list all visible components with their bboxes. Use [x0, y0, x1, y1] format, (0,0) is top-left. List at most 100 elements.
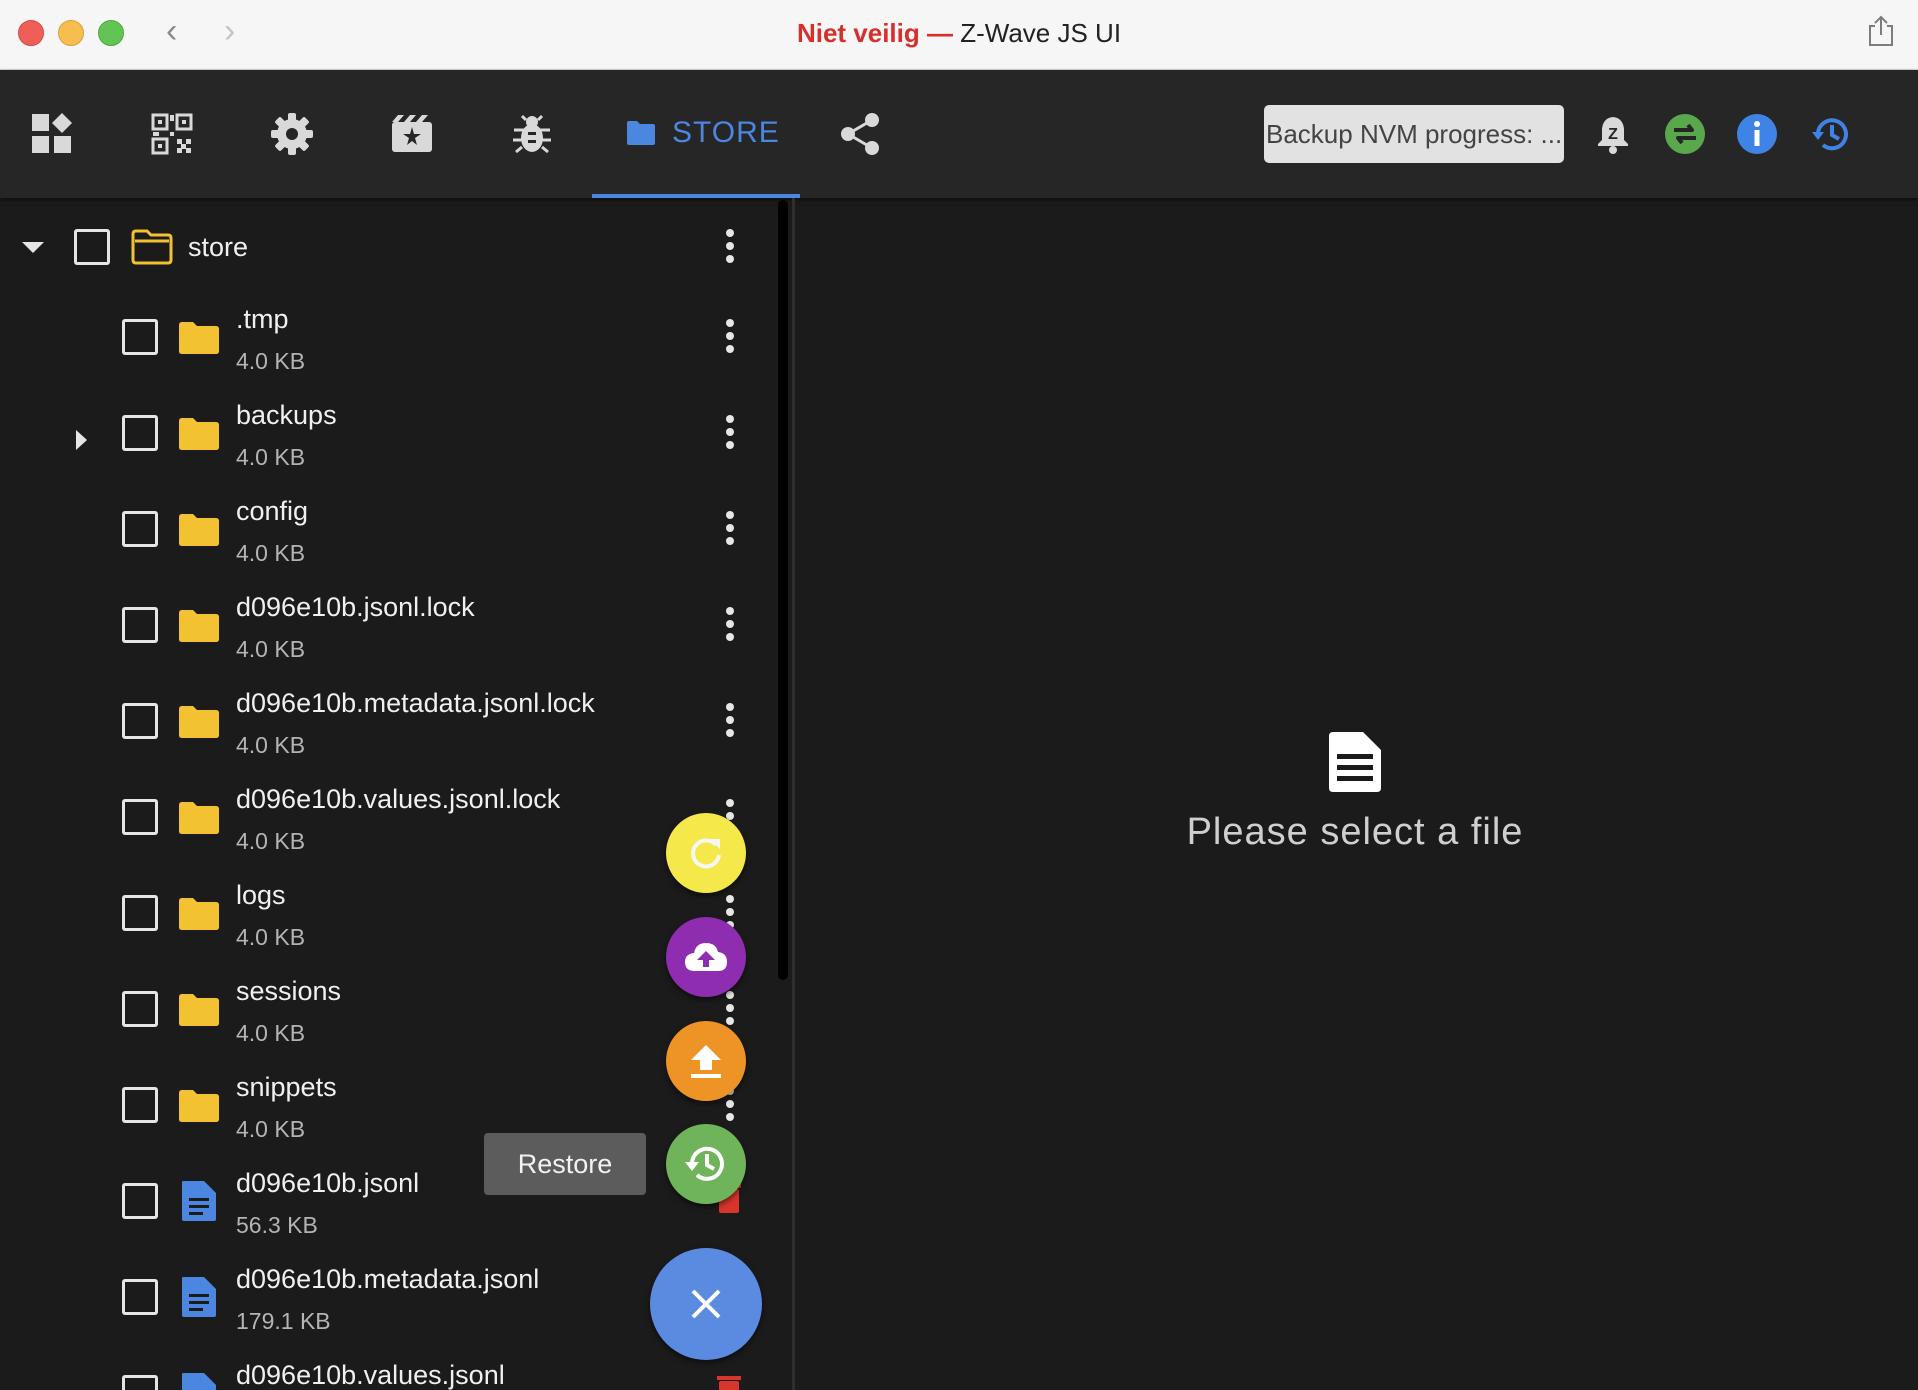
item-checkbox[interactable]	[122, 1279, 158, 1315]
empty-message: Please select a file	[1186, 811, 1524, 853]
app-toolbar: STORE Backup NVM progress: ... Z	[0, 70, 1918, 198]
item-name: logs	[236, 880, 286, 910]
item-name: backups	[236, 400, 337, 430]
app-title: Z-Wave JS UI	[960, 18, 1122, 48]
share-nodes-icon[interactable]	[838, 112, 882, 156]
upload-cloud-fab[interactable]	[666, 917, 746, 997]
title-separator: —	[919, 18, 961, 48]
item-name: snippets	[236, 1072, 337, 1102]
pane-divider[interactable]	[792, 198, 795, 1390]
tree-item-row[interactable]: config 4.0 KB	[0, 488, 778, 584]
window-titlebar: ‹ › Niet veilig — Z-Wave JS UI	[0, 0, 1918, 70]
folder-icon	[179, 1090, 219, 1122]
item-checkbox[interactable]	[122, 1375, 158, 1390]
refresh-fab[interactable]	[666, 813, 746, 893]
restore-fab[interactable]	[666, 1124, 746, 1204]
notification-bell-icon[interactable]: Z	[1592, 113, 1634, 155]
close-icon	[691, 1289, 721, 1319]
tree-item-row[interactable]: .tmp 4.0 KB	[0, 296, 778, 392]
history-icon[interactable]	[1810, 113, 1852, 155]
tree-item-row[interactable]: sessions 4.0 KB	[0, 968, 778, 1064]
item-name: d096e10b.values.jsonl	[236, 1360, 505, 1390]
tree-item-row[interactable]: d096e10b.jsonl.lock 4.0 KB	[0, 584, 778, 680]
item-checkbox[interactable]	[122, 1183, 158, 1219]
item-name: d096e10b.metadata.jsonl.lock	[236, 688, 595, 718]
item-size: 4.0 KB	[236, 444, 306, 470]
more-vert-icon[interactable]	[724, 990, 736, 1026]
upload-fab[interactable]	[666, 1021, 746, 1101]
folder-outline-icon	[131, 229, 173, 265]
document-icon	[1329, 732, 1381, 792]
item-name: d096e10b.metadata.jsonl	[236, 1264, 540, 1294]
window-title: Niet veilig — Z-Wave JS UI	[0, 18, 1918, 49]
restore-tooltip: Restore	[484, 1133, 646, 1195]
info-icon[interactable]	[1736, 113, 1778, 155]
upload-icon	[691, 1045, 721, 1078]
item-size: 4.0 KB	[236, 1020, 306, 1046]
file-document-icon	[182, 1277, 216, 1317]
more-vert-icon[interactable]	[724, 318, 736, 354]
tree-root-row[interactable]: store	[0, 200, 778, 296]
settings-icon[interactable]	[270, 112, 314, 156]
tree-scrollbar[interactable]	[778, 200, 788, 980]
folder-icon	[179, 418, 219, 450]
refresh-icon	[691, 838, 721, 869]
folder-icon	[179, 898, 219, 930]
item-size: 56.3 KB	[236, 1212, 318, 1238]
item-size: 4.0 KB	[236, 1116, 306, 1142]
item-size: 4.0 KB	[236, 636, 306, 662]
dashboard-icon[interactable]	[30, 112, 74, 156]
delete-icon[interactable]	[716, 1374, 742, 1390]
item-checkbox[interactable]	[122, 415, 158, 451]
item-checkbox[interactable]	[122, 991, 158, 1027]
tab-store-label: STORE	[672, 116, 780, 149]
backup-nvm-progress-button[interactable]: Backup NVM progress: ...	[1264, 105, 1564, 163]
folder-icon	[179, 322, 219, 354]
more-vert-icon[interactable]	[724, 414, 736, 450]
tree-item-row[interactable]: backups 4.0 KB	[0, 392, 778, 488]
debug-icon[interactable]	[510, 112, 554, 156]
tree-item-row[interactable]: logs 4.0 KB	[0, 872, 778, 968]
close-speed-dial-fab[interactable]	[650, 1248, 762, 1360]
folder-icon	[179, 802, 219, 834]
item-name: sessions	[236, 976, 342, 1006]
item-checkbox[interactable]	[122, 799, 158, 835]
root-folder-name: store	[188, 232, 249, 262]
more-vert-icon[interactable]	[724, 702, 736, 738]
cloud-upload-icon	[685, 943, 727, 971]
item-name: config	[236, 496, 309, 526]
smart-start-icon[interactable]	[390, 112, 434, 156]
folder-icon	[179, 994, 219, 1026]
tree-item-row[interactable]: d096e10b.jsonl 56.3 KB	[0, 1160, 778, 1256]
qr-code-icon[interactable]	[150, 112, 194, 156]
item-checkbox[interactable]	[122, 895, 158, 931]
folder-icon	[179, 706, 219, 738]
item-checkbox[interactable]	[122, 511, 158, 547]
collapse-caret-icon[interactable]	[22, 242, 44, 253]
item-checkbox[interactable]	[122, 319, 158, 355]
folder-icon	[627, 121, 655, 145]
root-checkbox[interactable]	[74, 229, 110, 265]
tree-item-row[interactable]: d096e10b.values.jsonl.lock 4.0 KB	[0, 776, 778, 872]
more-vert-icon[interactable]	[724, 510, 736, 546]
insecure-label: Niet veilig	[796, 18, 920, 48]
tab-store[interactable]: STORE	[592, 70, 800, 198]
more-vert-icon[interactable]	[724, 228, 736, 264]
tree-item-row[interactable]: d096e10b.values.jsonl	[0, 1352, 778, 1390]
connection-status-icon[interactable]	[1664, 113, 1706, 155]
item-name: d096e10b.values.jsonl.lock	[236, 784, 561, 814]
share-icon[interactable]	[1866, 14, 1896, 48]
more-vert-icon[interactable]	[724, 606, 736, 642]
folder-icon	[179, 610, 219, 642]
file-document-icon	[182, 1373, 216, 1390]
file-tree: store .tmp 4.0 KB backups 4.0 KB config 4.0 K…	[0, 200, 778, 1390]
item-checkbox[interactable]	[122, 703, 158, 739]
item-checkbox[interactable]	[122, 607, 158, 643]
tree-item-row[interactable]: d096e10b.metadata.jsonl.lock 4.0 KB	[0, 680, 778, 776]
expand-caret-icon[interactable]	[76, 430, 87, 450]
file-document-icon	[182, 1181, 216, 1221]
tree-item-row[interactable]: snippets 4.0 KB	[0, 1064, 778, 1160]
active-tab-indicator	[592, 194, 800, 198]
item-name: d096e10b.jsonl	[236, 1168, 420, 1198]
item-checkbox[interactable]	[122, 1087, 158, 1123]
